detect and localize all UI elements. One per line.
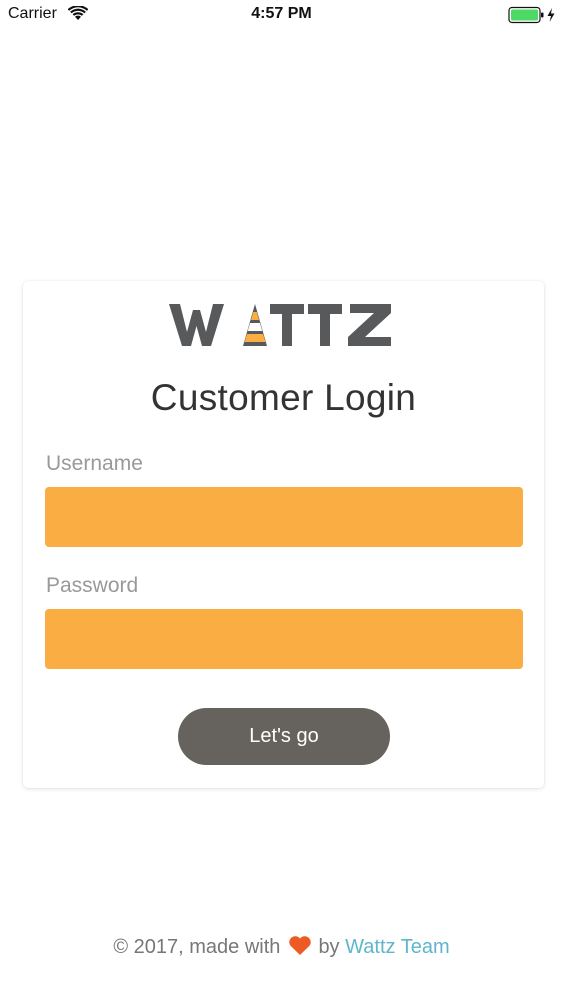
password-input[interactable] <box>45 609 523 669</box>
login-card: Customer Login Username Password Let's g… <box>23 281 544 788</box>
charging-bolt-icon <box>547 8 555 22</box>
wattz-team-link[interactable]: Wattz Team <box>345 936 449 958</box>
battery-icon <box>508 5 558 30</box>
lets-go-button[interactable]: Let's go <box>178 708 390 765</box>
username-input[interactable] <box>45 487 523 547</box>
status-time: 4:57 PM <box>251 5 312 22</box>
heart-icon <box>288 935 312 962</box>
username-label: Username <box>46 452 143 475</box>
password-label: Password <box>46 574 139 597</box>
footer-by: by <box>318 936 340 958</box>
login-title: Customer Login <box>150 377 417 418</box>
wattz-logo <box>169 300 399 350</box>
footer: © 2017, made with by Wattz Team <box>0 935 563 962</box>
footer-copyright: © 2017, made with <box>113 936 281 958</box>
status-bar: Carrier 4:57 PM <box>0 0 563 30</box>
